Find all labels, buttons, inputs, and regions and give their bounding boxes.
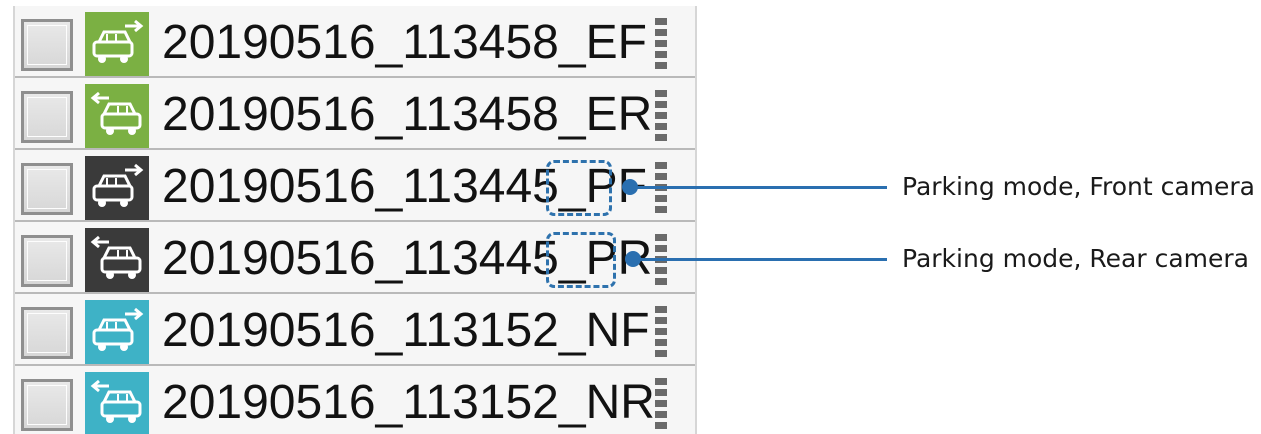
car-rear-arrow-icon (85, 372, 149, 434)
car-rear-arrow-icon (85, 228, 149, 292)
recording-file-list: 20190516_113458_EF 20190516_113458_ER 20… (13, 6, 697, 434)
file-name: 20190516_113152_NF (162, 304, 650, 357)
annotated-file-list: 20190516_113458_EF 20190516_113458_ER 20… (0, 0, 1261, 434)
pr-callout-line (633, 258, 887, 261)
row-menu-handle[interactable] (655, 18, 667, 70)
file-row[interactable]: 20190516_113152_NF (15, 294, 695, 366)
file-name: 20190516_113458_EF (162, 16, 647, 69)
row-menu-handle[interactable] (655, 378, 667, 430)
row-menu-handle[interactable] (655, 306, 667, 358)
file-row[interactable]: 20190516_113458_ER (15, 78, 695, 150)
file-checkbox[interactable] (21, 379, 73, 431)
pr-callout-label: Parking mode, Rear camera (902, 244, 1249, 273)
file-name: 20190516_113458_ER (162, 88, 653, 141)
file-checkbox[interactable] (21, 307, 73, 359)
car-front-arrow-icon (85, 300, 149, 364)
row-menu-handle[interactable] (655, 90, 667, 142)
file-checkbox[interactable] (21, 19, 73, 71)
file-checkbox[interactable] (21, 235, 73, 287)
car-front-arrow-icon (85, 12, 149, 76)
file-checkbox[interactable] (21, 91, 73, 143)
file-row[interactable]: 20190516_113152_NR (15, 366, 695, 434)
file-row[interactable]: 20190516_113458_EF (15, 6, 695, 78)
car-rear-arrow-icon (85, 84, 149, 148)
pr-highlight-box (546, 232, 616, 288)
file-checkbox[interactable] (21, 163, 73, 215)
pf-highlight-box (546, 160, 612, 216)
pf-callout-label: Parking mode, Front camera (902, 172, 1256, 201)
car-front-arrow-icon (85, 156, 149, 220)
file-name: 20190516_113152_NR (162, 376, 655, 429)
pf-callout-line (630, 186, 887, 189)
